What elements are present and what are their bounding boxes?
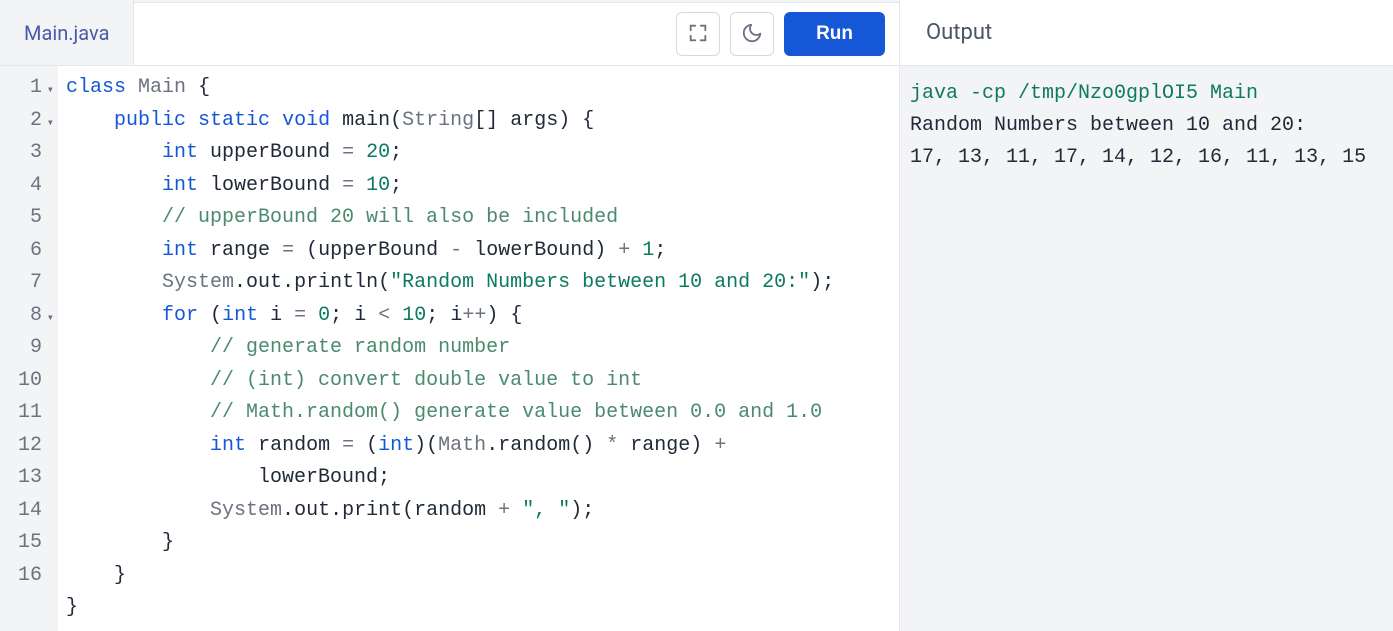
editor-header: Main.java Run [0,0,899,66]
line-number: 8 [0,300,50,333]
line-number: 7 [0,267,50,300]
line-number: 9 [0,332,50,365]
toolbar: Run [134,2,899,66]
line-gutter: 12345678910111213141516 [0,66,58,631]
output-title: Output [926,20,992,45]
output-header: Output [900,0,1393,66]
output-body: java -cp /tmp/Nzo0gplOI5 Main Random Num… [900,66,1393,631]
line-number: 13 [0,462,50,495]
line-number: 11 [0,397,50,430]
file-tab-label: Main.java [24,21,109,45]
run-button-label: Run [816,23,853,44]
line-number: 14 [0,495,50,528]
code-line: for (int i = 0; i < 10; i++) { [66,300,899,333]
output-pane: Output java -cp /tmp/Nzo0gplOI5 Main Ran… [900,0,1393,631]
code-line: // upperBound 20 will also be included [66,202,899,235]
code-line: int random = (int)(Math.random() * range… [66,430,899,463]
file-tab[interactable]: Main.java [0,0,134,66]
code-line: int upperBound = 20; [66,137,899,170]
code-line: // Math.random() generate value between … [66,397,899,430]
line-number: 12 [0,430,50,463]
code-line: // (int) convert double value to int [66,365,899,398]
code-line: } [66,527,899,560]
code-editor[interactable]: 12345678910111213141516 class Main { pub… [0,66,899,631]
output-text: Random Numbers between 10 and 20: 17, 13… [910,114,1366,169]
theme-toggle-button[interactable] [730,12,774,56]
code-line: System.out.println("Random Numbers betwe… [66,267,899,300]
code-line: } [66,592,899,625]
line-number: 2 [0,105,50,138]
line-number: 16 [0,560,50,593]
code-line: // generate random number [66,332,899,365]
code-area[interactable]: class Main { public static void main(Str… [58,66,899,631]
line-number: 15 [0,527,50,560]
code-line: int lowerBound = 10; [66,170,899,203]
line-number: 5 [0,202,50,235]
line-number: 1 [0,72,50,105]
fullscreen-button[interactable] [676,12,720,56]
code-line: int range = (upperBound - lowerBound) + … [66,235,899,268]
run-button[interactable]: Run [784,12,885,56]
code-line: System.out.print(random + ", "); [66,495,899,528]
code-line: public static void main(String[] args) { [66,105,899,138]
line-number: 6 [0,235,50,268]
moon-icon [741,22,763,47]
fullscreen-icon [687,22,709,47]
code-line: class Main { [66,72,899,105]
editor-pane: Main.java Run 12345 [0,0,900,631]
code-line: lowerBound; [66,462,899,495]
code-line: } [66,560,899,593]
line-number: 3 [0,137,50,170]
line-number: 10 [0,365,50,398]
line-number: 4 [0,170,50,203]
output-command: java -cp /tmp/Nzo0gplOI5 Main [910,82,1258,105]
